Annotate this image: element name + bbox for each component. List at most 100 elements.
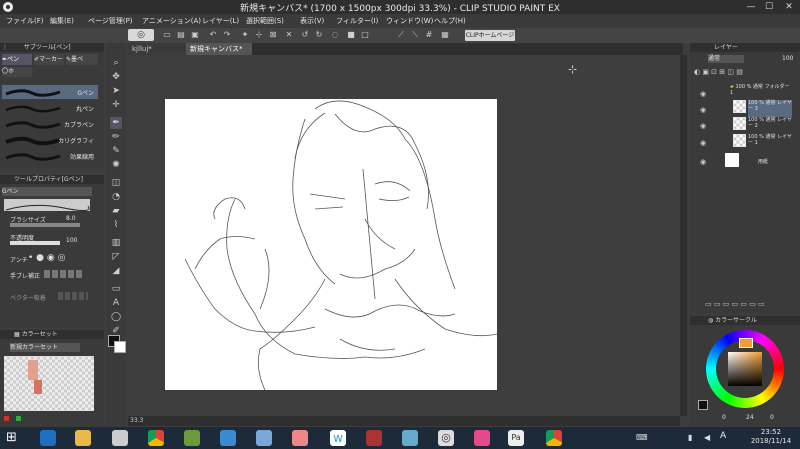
tab-new-canvas[interactable]: 新規キャンバス*: [186, 43, 252, 55]
clip-studio-paint-icon[interactable]: ◎: [438, 430, 454, 446]
blend-mode-select[interactable]: 通常: [708, 55, 744, 63]
menu-page[interactable]: ページ管理(P): [88, 14, 133, 28]
eye-icon[interactable]: ◉: [700, 139, 708, 147]
layer-bottom-tools[interactable]: ▭ ▭ ▭ ▭ ▭ ▭ ▭: [705, 300, 795, 310]
show-area-icon[interactable]: □: [360, 30, 370, 40]
brush-row-round-pen[interactable]: 丸ペン: [2, 101, 98, 115]
balloon-tool-icon[interactable]: ◯: [110, 311, 122, 323]
ime-indicator[interactable]: A: [720, 431, 730, 443]
clip-studio-taskbar-icon[interactable]: [112, 430, 128, 446]
app-icon-game[interactable]: [366, 430, 382, 446]
zoom-readout[interactable]: 33.3: [130, 417, 143, 424]
app-icon-blue[interactable]: [220, 430, 236, 446]
layer-2[interactable]: 100 % 通常 レイヤー 2: [748, 117, 792, 134]
move-tool-icon[interactable]: ✥: [110, 71, 122, 83]
layer-folder-1[interactable]: ▰ 100 % 通常 フォルダー 1: [730, 84, 792, 101]
menu-selection[interactable]: 選択範囲(S): [246, 14, 284, 28]
operation-tool-icon[interactable]: ➤: [110, 85, 122, 97]
sub-color-swatch[interactable]: [114, 341, 126, 353]
pencil-tool-icon[interactable]: ✏: [110, 131, 122, 143]
current-color-swatch[interactable]: [698, 400, 708, 410]
maximize-button[interactable]: ☐: [760, 1, 778, 13]
fill-tool-icon[interactable]: ▰: [110, 205, 122, 217]
network-icon[interactable]: ▮: [688, 433, 698, 443]
antialias-options[interactable]: • ● ◉ ◎: [28, 253, 88, 263]
zoom-tool-icon[interactable]: ⌕: [110, 57, 122, 69]
chrome-icon[interactable]: [148, 430, 164, 446]
brush-size-slider[interactable]: [10, 223, 80, 227]
eyedropper-tool-icon[interactable]: ⌇: [110, 219, 122, 231]
app-icon-paint[interactable]: [292, 430, 308, 446]
s-value[interactable]: 24: [746, 414, 754, 421]
tab-kjlluj[interactable]: kjlluj*: [128, 43, 186, 55]
menu-edit[interactable]: 編集(E): [50, 14, 74, 28]
opacity-slider[interactable]: [10, 241, 60, 245]
drawing-canvas[interactable]: [165, 99, 497, 390]
windows-start-icon[interactable]: ⊞: [6, 431, 20, 445]
redo-icon[interactable]: ↷: [222, 30, 232, 40]
color-swatch[interactable]: [34, 380, 42, 394]
eye-icon[interactable]: ◉: [700, 122, 708, 130]
rotate-right-icon[interactable]: ↻: [314, 30, 324, 40]
hue-handle[interactable]: [739, 338, 753, 348]
red-swatch[interactable]: [4, 416, 9, 421]
brush-tool-icon[interactable]: ✎: [110, 145, 122, 157]
minimize-button[interactable]: —: [742, 1, 760, 13]
layer-move-icon[interactable]: ✛: [110, 99, 122, 111]
gradient-tool-icon[interactable]: ▥: [110, 237, 122, 249]
vector-snap-options[interactable]: [58, 292, 88, 300]
menu-animation[interactable]: アニメーション(A): [142, 14, 201, 28]
opacity-value[interactable]: 100: [66, 237, 77, 244]
undo-icon[interactable]: ↶: [208, 30, 218, 40]
taskbar-clock[interactable]: 23:52 2018/11/14: [744, 428, 798, 446]
layer-3[interactable]: 100 % 通常 レイヤー 3: [748, 100, 792, 117]
tab-sub[interactable]: 〇ホ: [2, 67, 32, 77]
saturation-value-square[interactable]: [728, 352, 762, 386]
brush-row-kabura-pen[interactable]: カブラペン: [2, 117, 98, 131]
chrome-icon-2[interactable]: [546, 430, 562, 446]
horizontal-scrollbar[interactable]: [128, 416, 680, 426]
tab-marker[interactable]: ✐マーカー: [34, 54, 64, 65]
deselect-icon[interactable]: ✕: [284, 30, 294, 40]
new-file-icon[interactable]: ▭: [162, 30, 172, 40]
rotate-left-icon[interactable]: ↺: [300, 30, 310, 40]
stabilization-slider[interactable]: [44, 270, 84, 278]
color-swatch[interactable]: [28, 360, 38, 380]
figure-tool-icon[interactable]: ◸: [110, 251, 122, 263]
eye-icon[interactable]: ◉: [700, 106, 708, 114]
brush-size-value[interactable]: 8.0: [66, 215, 76, 222]
app-icon-w[interactable]: w: [330, 430, 346, 446]
vertical-scrollbar[interactable]: [680, 55, 687, 416]
text-tool-icon[interactable]: A: [110, 297, 122, 309]
app-icon-document[interactable]: [256, 430, 272, 446]
tab-ink[interactable]: ✎墨ペ: [66, 54, 98, 65]
clip-homepage-button[interactable]: CLIPホームページ: [465, 30, 515, 41]
ruler-tool-icon[interactable]: ◢: [110, 265, 122, 277]
frame-tool-icon[interactable]: ▭: [110, 283, 122, 295]
menu-layer[interactable]: レイヤー(L): [202, 14, 239, 28]
scale-icon[interactable]: ⊠: [268, 30, 278, 40]
brush-row-effect-line[interactable]: 効果線用: [2, 149, 98, 163]
eye-icon[interactable]: ◉: [700, 158, 708, 166]
snap-special-ruler-icon[interactable]: ⟍: [410, 30, 420, 40]
menu-filter[interactable]: フィルター(I): [336, 14, 378, 28]
menu-view[interactable]: 表示(V): [300, 14, 324, 28]
eye-icon[interactable]: ◉: [700, 90, 708, 98]
settings-icon[interactable]: ▦: [440, 30, 450, 40]
volume-icon[interactable]: ◀: [704, 433, 714, 443]
keyboard-icon[interactable]: ⌨: [636, 433, 650, 443]
lasso-icon[interactable]: ◌: [330, 30, 340, 40]
internet-explorer-icon[interactable]: [40, 430, 56, 446]
airbrush-tool-icon[interactable]: ✺: [110, 159, 122, 171]
color-swatch-grid[interactable]: [4, 356, 94, 411]
blend-tool-icon[interactable]: ◔: [110, 191, 122, 203]
layer-tools-row[interactable]: ◐ ▣ ⊡ ⊞ ◫ ▤: [694, 67, 794, 77]
clear-icon[interactable]: ✦: [240, 30, 250, 40]
transform-icon[interactable]: ⊹: [254, 30, 264, 40]
menu-help[interactable]: ヘルプ(H): [434, 14, 466, 28]
open-file-icon[interactable]: ▤: [176, 30, 186, 40]
snap-ruler-icon[interactable]: ⟋: [396, 30, 406, 40]
app-icon-palette[interactable]: [402, 430, 418, 446]
v-value[interactable]: 0: [770, 414, 774, 421]
menu-window[interactable]: ウィンドウ(W): [386, 14, 433, 28]
